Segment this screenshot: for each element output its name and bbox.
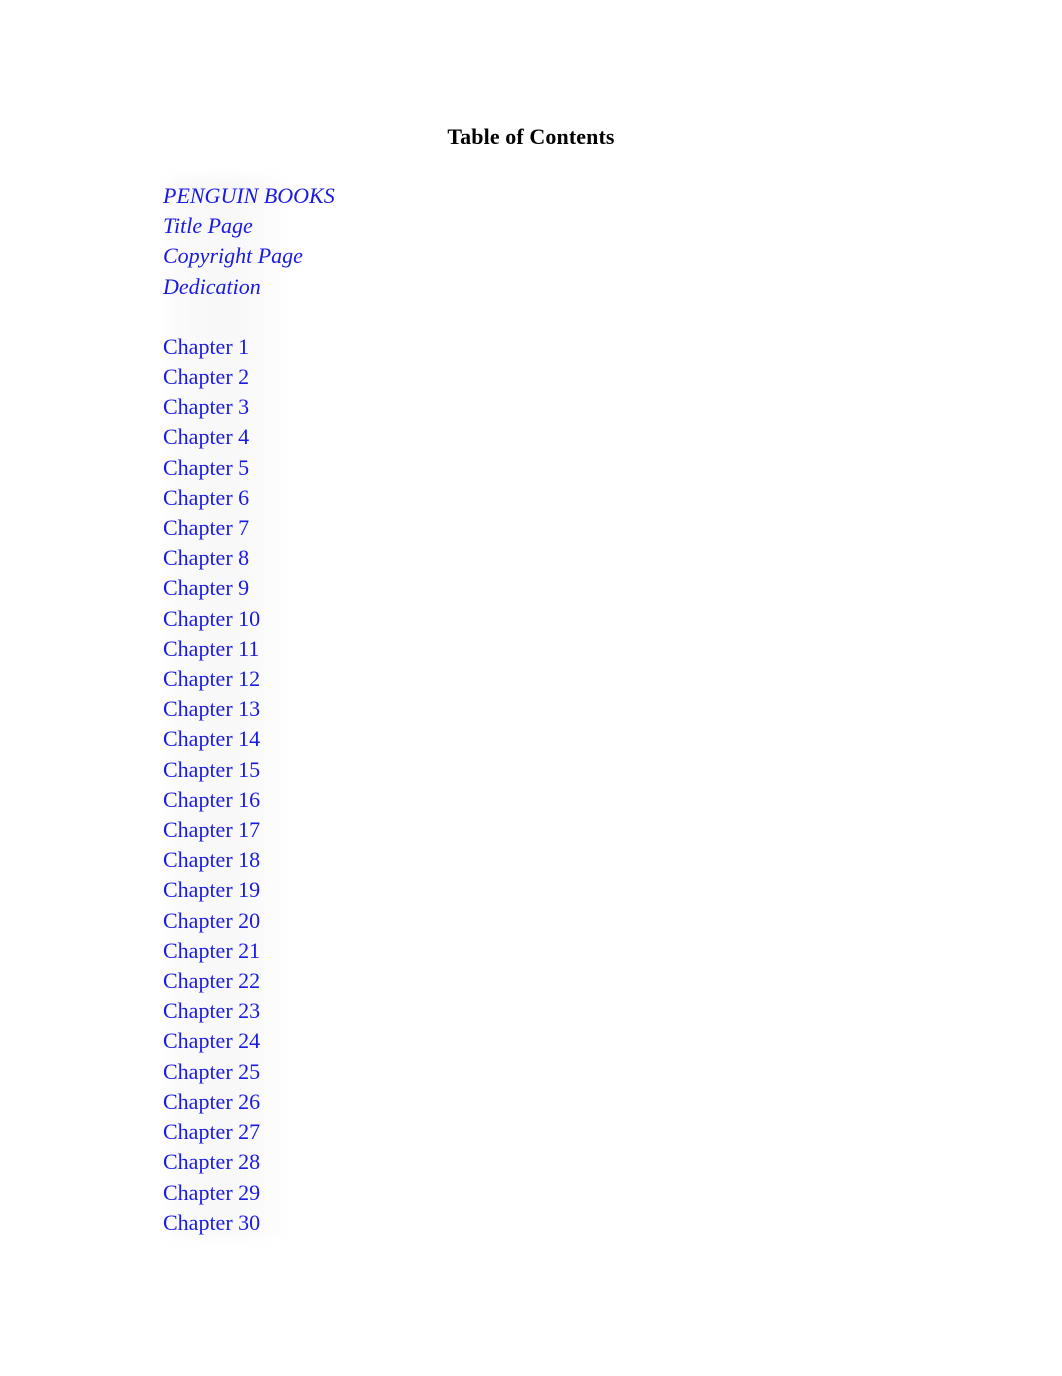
toc-link-chapter[interactable]: Chapter 26 <box>163 1087 593 1117</box>
toc-link-chapter[interactable]: Chapter 3 <box>163 392 593 422</box>
toc-link-chapter[interactable]: Chapter 12 <box>163 664 593 694</box>
table-of-contents: PENGUIN BOOKS Title Page Copyright Page Ded… <box>163 181 593 1238</box>
toc-link-chapter[interactable]: Chapter 25 <box>163 1057 593 1087</box>
toc-link-chapter[interactable]: Chapter 27 <box>163 1117 593 1147</box>
toc-link-chapter[interactable]: Chapter 29 <box>163 1178 593 1208</box>
toc-link-chapter[interactable]: Chapter 24 <box>163 1026 593 1056</box>
toc-link-chapter[interactable]: Chapter 23 <box>163 996 593 1026</box>
toc-link-chapter[interactable]: Chapter 9 <box>163 573 593 603</box>
toc-link-chapter[interactable]: Chapter 4 <box>163 422 593 452</box>
toc-link-front-matter[interactable]: PENGUIN BOOKS <box>163 181 593 211</box>
toc-link-chapter[interactable]: Chapter 21 <box>163 936 593 966</box>
toc-link-chapter[interactable]: Chapter 18 <box>163 845 593 875</box>
toc-link-chapter[interactable]: Chapter 20 <box>163 906 593 936</box>
toc-link-chapter[interactable]: Chapter 30 <box>163 1208 593 1238</box>
toc-link-chapter[interactable]: Chapter 17 <box>163 815 593 845</box>
toc-link-chapter[interactable]: Chapter 19 <box>163 875 593 905</box>
toc-link-chapter[interactable]: Chapter 11 <box>163 634 593 664</box>
toc-link-chapter[interactable]: Chapter 22 <box>163 966 593 996</box>
document-page: Table of Contents PENGUIN BOOKS Title Pag… <box>0 0 1062 1376</box>
toc-link-front-matter[interactable]: Copyright Page <box>163 241 593 271</box>
toc-link-chapter[interactable]: Chapter 6 <box>163 483 593 513</box>
toc-link-chapter[interactable]: Chapter 1 <box>163 332 593 362</box>
toc-link-chapter[interactable]: Chapter 8 <box>163 543 593 573</box>
toc-link-front-matter[interactable]: Dedication <box>163 272 593 302</box>
page-title: Table of Contents <box>447 124 615 149</box>
toc-link-chapter[interactable]: Chapter 7 <box>163 513 593 543</box>
toc-link-chapter[interactable]: Chapter 28 <box>163 1147 593 1177</box>
section-spacer <box>163 302 593 332</box>
toc-link-chapter[interactable]: Chapter 5 <box>163 453 593 483</box>
toc-link-chapter[interactable]: Chapter 13 <box>163 694 593 724</box>
chapter-list: Chapter 1 Chapter 2 Chapter 3 Chapter 4 Chap… <box>163 332 593 1238</box>
toc-link-chapter[interactable]: Chapter 10 <box>163 604 593 634</box>
front-matter-list: PENGUIN BOOKS Title Page Copyright Page Ded… <box>163 181 593 302</box>
toc-link-chapter[interactable]: Chapter 14 <box>163 724 593 754</box>
toc-link-chapter[interactable]: Chapter 15 <box>163 755 593 785</box>
toc-link-front-matter[interactable]: Title Page <box>163 211 593 241</box>
toc-link-chapter[interactable]: Chapter 2 <box>163 362 593 392</box>
toc-link-chapter[interactable]: Chapter 16 <box>163 785 593 815</box>
